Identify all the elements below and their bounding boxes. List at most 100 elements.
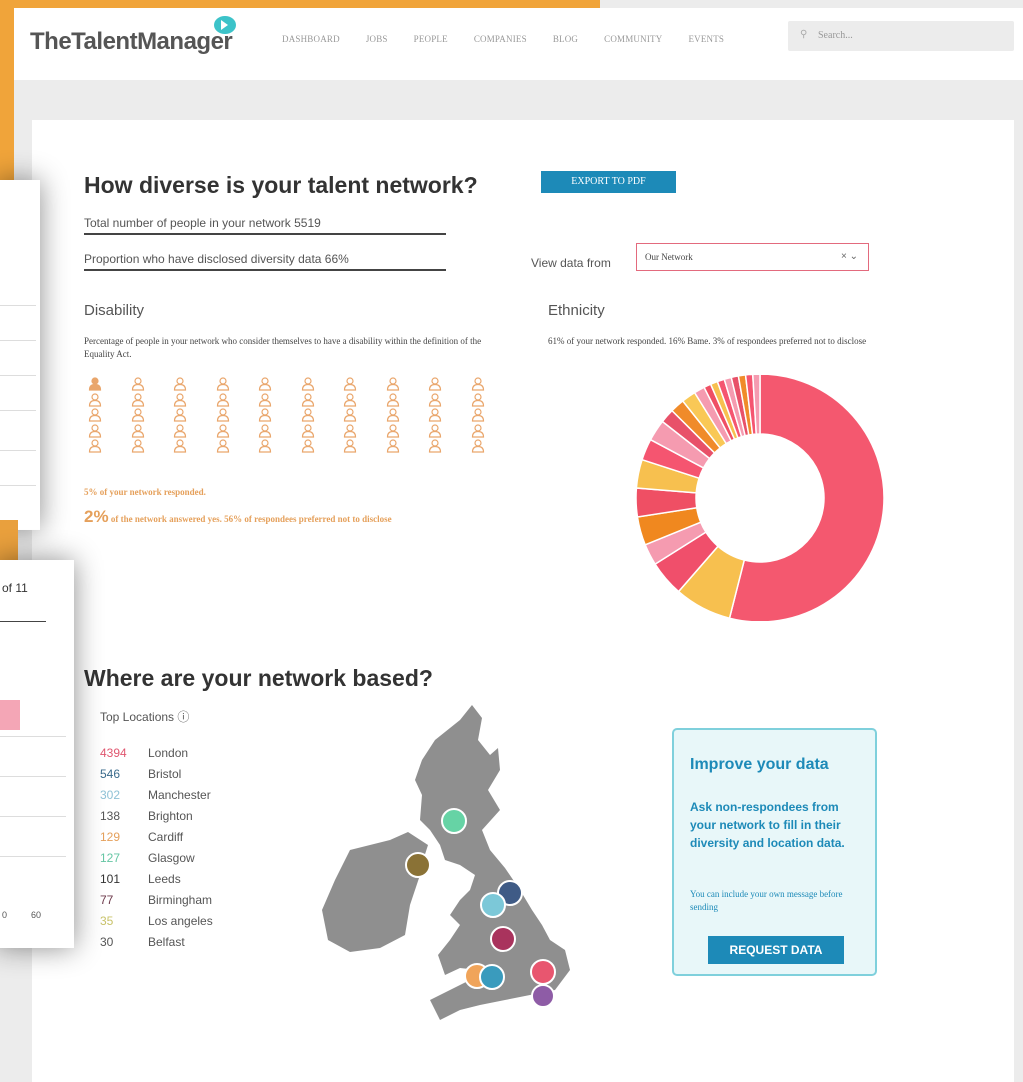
nav-companies[interactable]: COMPANIES [474,34,527,44]
nav-jobs[interactable]: JOBS [366,34,388,44]
person-icon [301,439,314,453]
person-icon [131,439,144,453]
person-icon [173,439,187,453]
overlay-card-2: of 11 0 60 [0,560,74,948]
person-icon [301,392,314,407]
location-count: 302 [100,788,121,802]
location-row: 4394 London [100,746,188,760]
location-count: 4394 [100,746,127,760]
person-icon [258,377,272,391]
request-data-button[interactable]: REQUEST DATA [708,936,844,964]
accent-strip [0,0,600,8]
overlay-rule [0,816,66,817]
person-icon [343,392,357,407]
main-nav: DASHBOARD JOBS PEOPLE COMPANIES BLOG COM… [282,34,724,44]
disability-description: Percentage of people in your network who… [84,336,482,359]
search-icon: ⚲ [800,29,808,40]
overlay-rule [0,736,66,737]
person-icon [131,423,144,438]
ethnicity-heading: Ethnicity [548,302,605,319]
disability-heading: Disability [84,302,145,319]
location-row: 129 Cardiff [100,830,183,844]
map-marker-glasgow [441,808,467,834]
disclosed-stat: Proportion who have disclosed diversity … [84,252,446,271]
logo[interactable]: TheTalentManager [30,28,233,56]
disability-answer: 2% of the network answered yes. 56% of r… [84,507,392,527]
overlay-rule [0,410,36,411]
ethnicity-description: 61% of your network responded. 16% Bame.… [548,336,867,346]
nav-events[interactable]: EVENTS [688,34,724,44]
location-row: 101 Leeds [100,872,181,886]
improve-heading: Improve your data [690,756,829,773]
location-row: 127 Glasgow [100,851,195,865]
view-data-select[interactable]: Our Network × ⌄ [636,243,869,271]
location-row: 302 Manchester [100,788,211,802]
person-icon [386,392,399,407]
nav-people[interactable]: PEOPLE [414,34,448,44]
overlay-rule [0,485,36,486]
location-count: 101 [100,872,121,886]
person-icon [471,439,484,453]
person-icon-filled [88,377,102,391]
overlay-bar [0,700,20,730]
overlay-rule [0,375,36,376]
person-icon [173,423,187,438]
location-count: 77 [100,893,114,907]
page-title: How diverse is your talent network? [84,172,478,198]
location-count: 546 [100,767,121,781]
map-marker-london [530,959,556,985]
top-locations-label: Top Locations ⓘ [100,710,190,724]
person-icon [428,423,442,438]
person-icon [386,408,399,422]
location-city: Belfast [148,935,185,949]
nav-blog[interactable]: BLOG [553,34,578,44]
location-city: Cardiff [148,830,184,844]
location-city: London [148,746,189,760]
person-icon [88,423,102,438]
top-bar: TheTalentManager DASHBOARD JOBS PEOPLE C… [14,8,1023,80]
person-icon [88,408,102,422]
location-city: Leeds [148,872,181,886]
location-city: Bristol [148,767,182,781]
overlay-page-of: of 11 [2,581,28,595]
location-count: 138 [100,809,121,823]
location-row: 138 Brighton [100,809,193,823]
location-count: 35 [100,914,114,928]
export-pdf-button[interactable]: EXPORT TO PDF [541,171,676,193]
nav-dashboard[interactable]: DASHBOARD [282,34,340,44]
person-icon [173,408,187,422]
location-row: 35 Los angeles [100,914,213,928]
clear-chevron-icon[interactable]: × ⌄ [841,251,858,262]
person-icon [301,423,314,438]
map-marker-bristol [479,964,505,990]
locations-heading: Where are your network based? [84,665,433,691]
person-icon [258,392,272,407]
person-icon [216,439,229,453]
overlay-tick: 0 [2,910,8,920]
person-icon [428,377,442,391]
map-marker-manchester [480,892,506,918]
person-icon [343,439,357,453]
location-city: Birmingham [148,893,213,907]
person-icon [386,439,399,453]
improve-data-card: Improve your data Ask non-respondees fro… [672,728,877,976]
ethnicity-donut-chart [635,375,885,621]
person-icon [88,392,102,407]
location-row: 30 Belfast [100,935,185,949]
overlay-rule [0,856,66,857]
search-placeholder: Search... [818,30,853,41]
person-icon [131,408,144,422]
person-icon [173,377,187,391]
location-city: Glasgow [148,851,195,865]
map-ireland [322,840,420,952]
logo-play-icon [214,16,236,34]
search-input[interactable]: ⚲ Search... [788,21,1014,51]
map-marker-belfast [405,852,431,878]
view-data-value: Our Network [645,252,693,262]
person-icon [131,392,144,407]
nav-community[interactable]: COMMUNITY [604,34,662,44]
disability-answer-percent: 2% [84,507,109,526]
person-icon [173,392,187,407]
location-row: 77 Birmingham [100,893,212,907]
person-icon [471,377,484,391]
